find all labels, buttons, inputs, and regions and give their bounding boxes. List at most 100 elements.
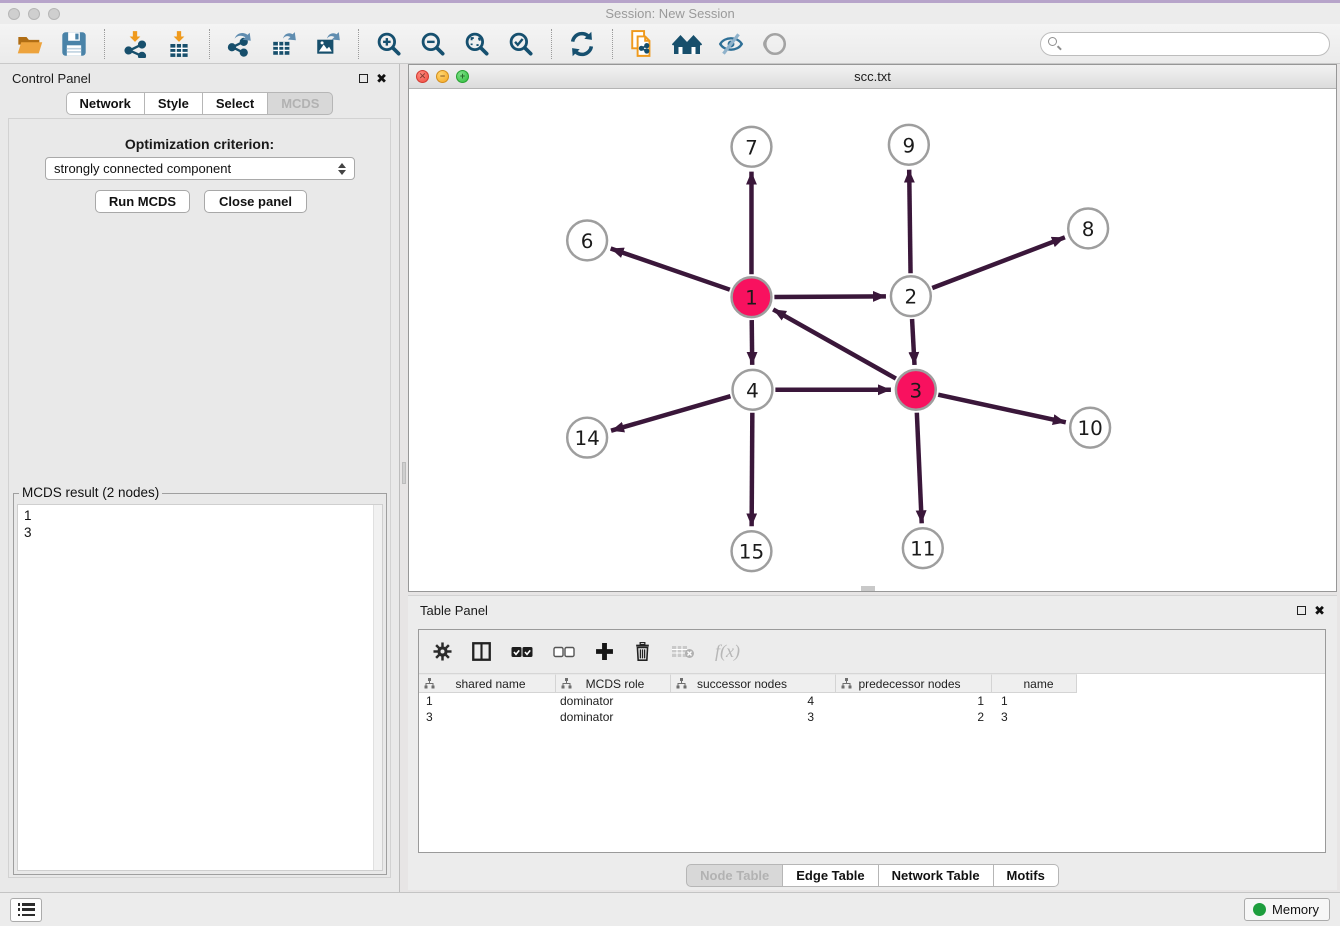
svg-text:8: 8 [1082,218,1095,241]
graph-node-10[interactable]: 10 [1070,408,1110,448]
graph-edge-1-2[interactable] [774,296,886,297]
graph-node-14[interactable]: 14 [567,418,607,458]
close-table-panel-icon[interactable]: ✖ [1314,604,1325,617]
graph-node-2[interactable]: 2 [891,276,931,316]
graph-edge-2-8[interactable] [932,237,1065,288]
cell-predecessor-nodes: 2 [836,709,992,725]
import-network-button[interactable] [120,29,150,59]
toolbar-separator [104,29,105,59]
network-canvas[interactable]: 7 9 6 8 1 2 4 3 14 10 15 11 [409,89,1336,591]
tab-network[interactable]: Network [66,92,145,115]
hide-style-button[interactable] [716,29,746,59]
open-session-button[interactable] [15,29,45,59]
apply-function-button[interactable]: f(x) [715,641,740,662]
column-header-mcds-role[interactable]: MCDS role [556,674,671,693]
export-network-button[interactable] [225,29,255,59]
search-field-wrap [1040,32,1330,56]
graph-edge-3-10[interactable] [938,395,1066,423]
close-panel-icon[interactable]: ✖ [376,72,387,85]
graph-edge-3-11[interactable] [917,413,922,524]
hierarchy-icon [424,678,435,689]
zoom-out-icon [419,30,447,58]
control-panel-tabs: Network Style Select MCDS [0,92,399,115]
graph-node-3[interactable]: 3 [896,370,936,410]
houses-icon [672,31,702,57]
tab-motifs[interactable]: Motifs [994,864,1059,887]
export-table-button[interactable] [269,29,299,59]
column-header-predecessor-nodes[interactable]: predecessor nodes [836,674,992,693]
column-header-successor-nodes[interactable]: successor nodes [671,674,836,693]
svg-text:9: 9 [903,134,916,157]
graph-node-8[interactable]: 8 [1068,209,1108,249]
graph-edge-2-9[interactable] [909,170,910,274]
tab-select[interactable]: Select [203,92,268,115]
add-row-button[interactable] [595,642,614,661]
deselect-all-button[interactable] [553,646,575,658]
zoom-fit-button[interactable] [462,29,492,59]
delete-row-button[interactable] [634,642,651,661]
task-history-button[interactable] [10,898,42,922]
control-panel: Control Panel ✖ Network Style Select MCD… [0,64,400,892]
hierarchy-icon [561,678,572,689]
network-window-titlebar[interactable]: ✕ − + scc.txt [409,65,1336,89]
graph-edge-4-14[interactable] [611,396,730,431]
table-panel: Table Panel ✖ [408,595,1337,890]
graph-node-1[interactable]: 1 [732,277,772,317]
birdseye-view-button[interactable] [760,29,790,59]
table-row[interactable]: 1 dominator 4 1 1 [419,693,1325,709]
table-tabs: Node Table Edge Table Network Table Moti… [408,864,1337,887]
save-session-button[interactable] [59,29,89,59]
tab-style[interactable]: Style [145,92,203,115]
graph-edge-2-3[interactable] [912,319,914,365]
tab-edge-table[interactable]: Edge Table [783,864,878,887]
list-icon [18,903,35,916]
result-scrollbar[interactable] [373,505,382,870]
panel-splitter[interactable] [400,64,408,892]
zoom-out-button[interactable] [418,29,448,59]
float-table-panel-icon[interactable] [1297,606,1306,615]
mcds-result-list[interactable]: 1 3 [17,504,383,871]
graph-node-6[interactable]: 6 [567,220,607,260]
optimization-criterion-select[interactable]: strongly connected component [45,157,355,180]
zoom-in-button[interactable] [374,29,404,59]
workspace: Control Panel ✖ Network Style Select MCD… [0,64,1340,892]
memory-status-icon [1253,903,1266,916]
graph-node-9[interactable]: 9 [889,125,929,165]
graph-edge-3-1[interactable] [773,309,896,378]
table-row[interactable]: 3 dominator 3 2 3 [419,709,1325,725]
import-table-button[interactable] [164,29,194,59]
refresh-layout-button[interactable] [567,29,597,59]
float-panel-icon[interactable] [359,74,368,83]
splitter-grip[interactable] [402,462,406,484]
clone-network-button[interactable] [628,29,658,59]
show-columns-button[interactable] [472,642,491,661]
graph-node-11[interactable]: 11 [903,528,943,568]
delete-table-button[interactable] [671,644,695,659]
export-table-icon [270,30,298,58]
show-networks-button[interactable] [672,29,702,59]
gear-icon [433,642,452,661]
column-header-shared-name[interactable]: shared name [419,674,556,693]
hierarchy-icon [841,678,852,689]
graph-node-4[interactable]: 4 [733,370,773,410]
select-all-button[interactable] [511,646,533,658]
tab-node-table[interactable]: Node Table [686,864,783,887]
control-panel-title: Control Panel [12,71,91,86]
zoom-selected-button[interactable] [506,29,536,59]
graph-node-7[interactable]: 7 [732,127,772,167]
tab-mcds[interactable]: MCDS [268,92,333,115]
canvas-splitter-handle[interactable] [861,586,875,591]
clone-network-icon [629,30,657,58]
graph-node-15[interactable]: 15 [732,531,772,571]
close-panel-button[interactable]: Close panel [204,190,307,213]
search-input[interactable] [1040,32,1330,56]
export-image-button[interactable] [313,29,343,59]
graph-edge-1-6[interactable] [611,249,730,290]
tab-network-table[interactable]: Network Table [879,864,994,887]
column-header-name[interactable]: name [992,674,1077,693]
svg-text:3: 3 [909,379,922,402]
table-settings-button[interactable] [433,642,452,661]
run-mcds-button[interactable]: Run MCDS [95,190,190,213]
graph-edge-4-15[interactable] [752,413,753,527]
memory-button[interactable]: Memory [1244,898,1330,921]
